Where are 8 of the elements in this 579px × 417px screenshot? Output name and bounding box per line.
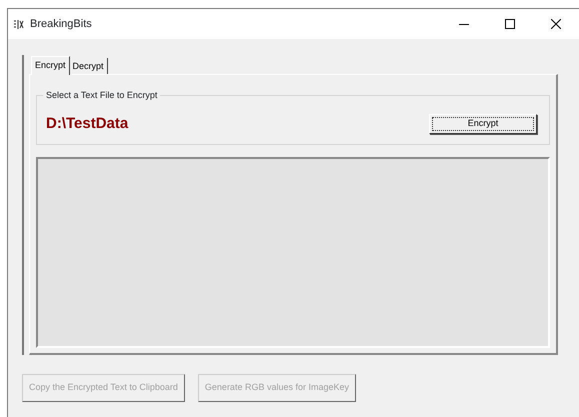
group-legend: Select a Text File to Encrypt [43,89,160,101]
encrypt-button[interactable]: Encrypt [429,114,537,134]
app-icon [13,18,24,30]
maximize-icon [505,19,515,29]
file-path: D:\TestData [46,114,128,134]
window-title: BreakingBits [30,16,92,32]
close-icon [551,19,561,29]
tab[interactable]: Encrypt [31,56,70,75]
